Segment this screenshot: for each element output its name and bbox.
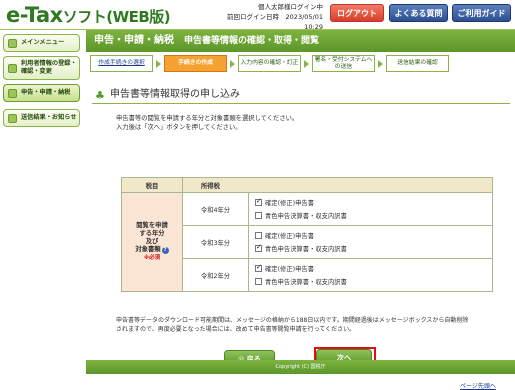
- logout-button[interactable]: ログアウト: [330, 4, 384, 22]
- page-header-bar: 申告・申請・納税 申告書等情報の確認・取得・閲覧: [86, 30, 515, 52]
- checkbox-unchecked[interactable]: [255, 212, 262, 219]
- menu-icon: [8, 38, 17, 48]
- mail-icon: [8, 113, 17, 123]
- clover-icon: ♣: [95, 89, 105, 102]
- step-confirm-input: 入力内容の確認・訂正: [238, 55, 301, 72]
- tax-type-header: 税目: [121, 177, 183, 193]
- checkbox-option[interactable]: 青色申告決算書・収支内訳書: [255, 209, 486, 222]
- section-subtitle: 申告書等情報の確認・取得・閲覧: [184, 36, 320, 46]
- step-indicator: 作成手続きの選択 手続きの作成 入力内容の確認・訂正 署名・受付システムへの送信…: [90, 55, 510, 73]
- option-label: 確定(修正)申告書: [265, 266, 314, 273]
- checkbox-option[interactable]: 確定(修正)申告書: [255, 229, 486, 242]
- step-select-procedure[interactable]: 作成手続きの選択: [90, 55, 153, 72]
- option-label: 確定(修正)申告書: [265, 233, 314, 240]
- checkbox-option[interactable]: 青色申告決算書・収支内訳書: [255, 242, 486, 255]
- checkbox-checked[interactable]: [255, 263, 262, 272]
- section-title: 申告・申請・納税: [94, 35, 174, 46]
- sidebar-item-label: メインメニュー: [21, 39, 65, 46]
- step-arrow-icon: [156, 60, 161, 68]
- last-login-text: 前回ログイン日時 2023/05/01 10:29: [227, 13, 330, 31]
- sidebar-item-label: 申告・申請・納税: [21, 89, 71, 96]
- logo-sub-text: ソフト(WEB版): [62, 8, 171, 26]
- sidebar-item-label: 送信結果・お知らせ: [21, 114, 77, 121]
- instruction-line: 入力後は「次へ」ボタンを押してください。: [116, 124, 242, 131]
- sidebar-item-filing[interactable]: 申告・申請・納税: [3, 84, 80, 102]
- year-label: 令和4年分: [182, 192, 249, 226]
- sidebar-item-main-menu[interactable]: メインメニュー: [3, 34, 80, 52]
- year-options: 確定(修正)申告書 青色申告決算書・収支内訳書: [248, 258, 493, 292]
- checkbox-checked[interactable]: [255, 243, 262, 252]
- year-label: 令和3年分: [182, 225, 249, 259]
- sidebar-item-results[interactable]: 送信結果・お知らせ: [3, 109, 80, 127]
- income-tax-header: 所得税: [182, 177, 493, 193]
- help-icon[interactable]: ?: [161, 247, 169, 254]
- page-top-link[interactable]: ページ先頭へ: [460, 381, 496, 390]
- step-arrow-icon: [230, 60, 235, 68]
- checkbox-option[interactable]: 確定(修正)申告書: [255, 196, 486, 209]
- checkbox-unchecked[interactable]: [255, 232, 262, 239]
- step-sign-send: 署名・受付システムへの送信: [312, 55, 375, 72]
- download-note: 申告書等データのダウンロード可能期間は、メッセージの格納から188日以内です。期…: [116, 317, 496, 334]
- page-title: ♣ 申告書等情報取得の申し込み: [92, 88, 510, 104]
- option-label: 青色申告決算書・収支内訳書: [265, 246, 347, 253]
- selection-table: 税目 所得税 閲覧を申請 する年分 及び 対象書類? ※必須 令和4年分 確定(…: [121, 177, 493, 292]
- sidebar-item-label: 利用者情報の登録・確認・変更: [21, 60, 77, 75]
- year-options: 確定(修正)申告書 青色申告決算書・収支内訳書: [248, 225, 493, 259]
- user-guide-button[interactable]: ご利用ガイド: [452, 4, 511, 22]
- checkbox-option[interactable]: 青色申告決算書・収支内訳書: [255, 275, 486, 288]
- label-line: する年分: [139, 230, 165, 237]
- logo-main-text: e-Tax: [6, 3, 63, 27]
- step-arrow-icon: [304, 60, 309, 68]
- sidebar: メインメニュー 利用者情報の登録・確認・変更 申告・申請・納税 送信結果・お知ら…: [0, 30, 83, 374]
- checkbox-checked[interactable]: [255, 197, 262, 206]
- step-create-procedure: 手続きの作成: [164, 55, 227, 72]
- year-options: 確定(修正)申告書 青色申告決算書・収支内訳書: [248, 192, 493, 226]
- header: e-Taxソフト(WEB版) 個人太郎様ログイン中 前回ログイン日時 2023/…: [0, 0, 515, 32]
- checkbox-unchecked[interactable]: [255, 278, 262, 285]
- label-line: 閲覧を申請: [136, 222, 168, 229]
- sidebar-item-user-info[interactable]: 利用者情報の登録・確認・変更: [3, 56, 80, 80]
- faq-button[interactable]: よくある質問: [389, 4, 448, 22]
- checkbox-option[interactable]: 確定(修正)申告書: [255, 262, 486, 275]
- option-label: 確定(修正)申告書: [265, 200, 314, 207]
- note-line: されますので、再度必要となった場合には、改めて申告書等閲覧申請を行ってください。: [116, 325, 356, 333]
- step-arrow-icon: [378, 60, 383, 68]
- user-icon: [8, 63, 17, 73]
- note-line: 申告書等データのダウンロード可能期間は、メッセージの格納から188日以内です。期…: [116, 317, 469, 324]
- login-user-text: 個人太郎様ログイン中: [258, 3, 323, 11]
- label-line: 対象書類: [135, 246, 161, 253]
- step-check-result: 送信結果の確認: [386, 55, 449, 72]
- selection-label: 閲覧を申請 する年分 及び 対象書類? ※必須: [121, 192, 183, 292]
- instructions: 申告書等の閲覧を申請する年分と対象書類を選択してください。 入力後は「次へ」ボタ…: [116, 114, 496, 132]
- document-icon: [8, 88, 17, 98]
- user-info: 個人太郎様ログイン中 前回ログイン日時 2023/05/01 10:29: [203, 2, 330, 32]
- page-title-text: 申告書等情報取得の申し込み: [110, 89, 240, 100]
- instruction-line: 申告書等の閲覧を申請する年分と対象書類を選択してください。: [116, 115, 299, 122]
- etax-logo: e-Taxソフト(WEB版): [6, 3, 171, 27]
- option-label: 青色申告決算書・収支内訳書: [265, 279, 347, 286]
- footer: Copyright (C) 国税庁: [86, 360, 515, 374]
- option-label: 青色申告決算書・収支内訳書: [265, 213, 347, 220]
- main-content: 申告・申請・納税 申告書等情報の確認・取得・閲覧 作成手続きの選択 手続きの作成 …: [86, 30, 515, 390]
- label-line: 及び: [145, 238, 159, 245]
- year-label: 令和2年分: [182, 258, 249, 292]
- required-mark: ※必須: [143, 255, 161, 261]
